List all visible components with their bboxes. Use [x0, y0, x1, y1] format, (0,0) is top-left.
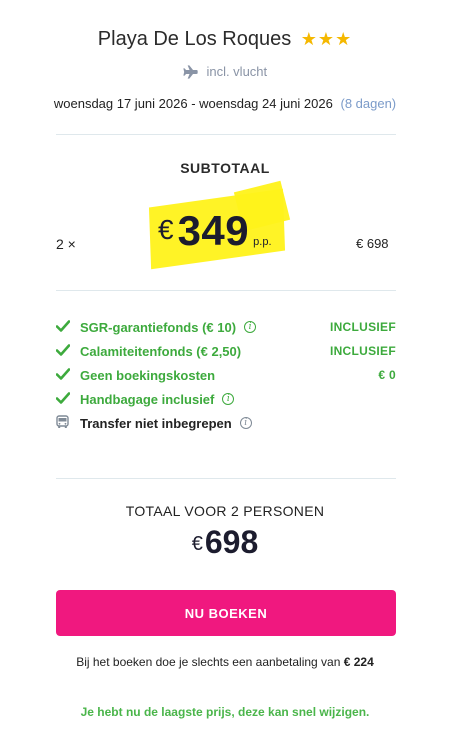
check-icon — [55, 367, 74, 383]
feature-transfer: Transfer niet inbegrepen i — [56, 411, 396, 435]
quantity: 2 × — [56, 236, 76, 252]
divider — [56, 478, 396, 479]
check-icon — [55, 319, 74, 335]
travel-dates: woensdag 17 juni 2026 - woensdag 24 juni… — [0, 96, 450, 111]
deposit-info: Bij het boeken doe je slechts een aanbet… — [0, 655, 450, 669]
total-value: 698 — [204, 524, 259, 560]
lowest-price-notice: Je hebt nu de laagste prijs, deze kan sn… — [80, 705, 370, 719]
feature-sgr: SGR-garantiefonds (€ 10) i INCLUSIEF — [55, 315, 396, 339]
price-amount: 349 — [177, 207, 250, 254]
total-amount: €698 — [0, 524, 450, 561]
check-icon — [55, 391, 74, 407]
feature-value: INCLUSIEF — [329, 344, 396, 358]
deposit-amount: € 224 — [343, 655, 374, 669]
feature-value: INCLUSIEF — [329, 320, 396, 334]
divider — [56, 290, 396, 291]
book-now-button[interactable]: NU BOEKEN — [56, 590, 396, 636]
total-currency: € — [191, 533, 203, 555]
info-icon[interactable]: i — [244, 321, 257, 333]
feature-label: SGR-garantiefonds (€ 10) — [80, 319, 237, 335]
date-range: woensdag 17 juni 2026 - woensdag 24 juni… — [53, 96, 333, 111]
price-currency: € — [158, 214, 174, 245]
feature-label: Calamiteitenfonds (€ 2,50) — [80, 343, 242, 359]
trip-duration: (8 dagen) — [340, 96, 397, 111]
price-per-person: €349 p.p. — [158, 207, 272, 255]
feature-list: SGR-garantiefonds (€ 10) i INCLUSIEF Cal… — [55, 315, 396, 435]
flight-label: incl. vlucht — [206, 64, 268, 79]
bus-icon — [56, 414, 74, 432]
total-title: TOTAAL VOOR 2 PERSONEN — [125, 503, 325, 519]
check-icon — [55, 343, 74, 359]
info-icon[interactable]: i — [222, 393, 235, 405]
hotel-name: Playa De Los Roques — [97, 28, 292, 50]
star-rating-icon: ★★★ — [300, 29, 353, 49]
airplane-icon — [183, 65, 198, 79]
deposit-text: Bij het boeken doe je slechts een aanbet… — [76, 655, 341, 669]
flight-info: incl. vlucht — [0, 64, 450, 79]
subtotal-sum: € 698 — [356, 236, 389, 251]
feature-label: Handbagage inclusief — [80, 391, 215, 407]
feature-label: Geen boekingskosten — [80, 367, 216, 383]
feature-label: Transfer niet inbegrepen — [80, 415, 232, 431]
feature-value: € 0 — [378, 368, 396, 382]
feature-hand-luggage: Handbagage inclusief i — [55, 387, 396, 411]
feature-calamiteitenfonds: Calamiteitenfonds (€ 2,50) INCLUSIEF — [55, 339, 396, 363]
hotel-title: Playa De Los Roques ★★★ — [0, 28, 450, 51]
feature-booking-costs: Geen boekingskosten € 0 — [55, 363, 396, 387]
divider — [56, 134, 396, 135]
subtotal-title: SUBTOTAAL — [180, 160, 270, 176]
per-person-label: p.p. — [253, 236, 272, 248]
info-icon[interactable]: i — [239, 417, 252, 429]
